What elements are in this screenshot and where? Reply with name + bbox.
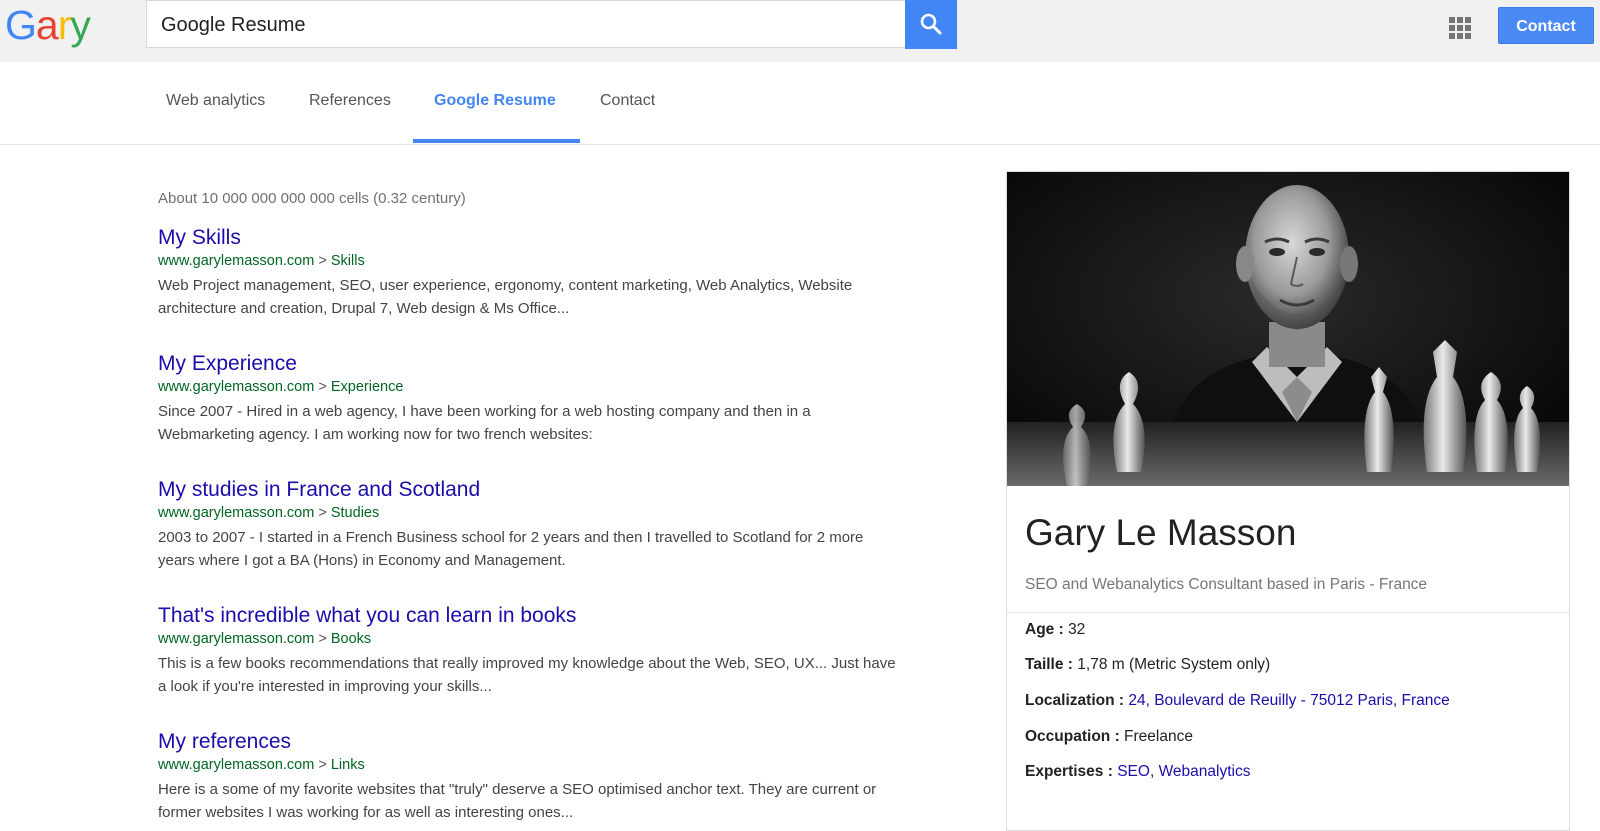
result-snippet-line: a look if you're interested in improving… (158, 678, 492, 695)
result-title-link[interactable]: My Experience (158, 351, 998, 377)
result-snippet-line: Web Project management, SEO, user experi… (158, 277, 853, 294)
fact-label: Localization : (1025, 692, 1125, 709)
logo-letter-y: y (70, 2, 90, 48)
contact-button[interactable]: Contact (1498, 7, 1594, 44)
result-url[interactable]: www.garylemasson.com > Links (158, 756, 998, 775)
fact-label: Taille : (1025, 656, 1073, 673)
result-snippet-line: Here is a some of my favorite websites t… (158, 781, 877, 798)
knowledge-panel: Gary Le Masson SEO and Webanalytics Cons… (1006, 171, 1570, 831)
result-snippet-line: Since 2007 - Hired in a web agency, I ha… (158, 403, 811, 420)
tab-references[interactable]: References (309, 62, 391, 144)
top-bar: Gary Contact (0, 0, 1600, 63)
result-url-domain: www.garylemasson.com (158, 253, 315, 269)
result-url-domain: www.garylemasson.com (158, 631, 315, 647)
result-url-section: Skills (330, 253, 365, 269)
person-name: Gary Le Masson (1025, 512, 1297, 553)
search-result: My references www.garylemasson.com > Lin… (158, 729, 998, 824)
fact-expertises: Expertises : SEO, Webanalytics (1025, 763, 1250, 781)
result-url-separator: > (318, 505, 327, 521)
logo-letter-r: r (57, 2, 72, 48)
tab-web-analytics[interactable]: Web analytics (166, 62, 265, 144)
gary-logo[interactable]: Gary (5, 2, 91, 48)
result-url-section: Studies (330, 505, 380, 521)
result-snippet: 2003 to 2007 - I started in a French Bus… (158, 526, 998, 572)
search-result: My studies in France and Scotland www.ga… (158, 477, 998, 572)
result-snippet-line: Webmarketing agency. I am working now fo… (158, 426, 593, 443)
result-title-link[interactable]: That's incredible what you can learn in … (158, 603, 998, 629)
tab-google-resume[interactable]: Google Resume (434, 62, 556, 144)
profile-photo (1007, 172, 1569, 486)
logo-letter-a: a (35, 2, 59, 48)
result-url-separator: > (318, 757, 327, 773)
fact-localization: Localization : 24, Boulevard de Reuilly … (1025, 692, 1450, 710)
result-url[interactable]: www.garylemasson.com > Studies (158, 504, 998, 523)
fact-age: Age : 32 (1025, 621, 1085, 639)
result-snippet-line: 2003 to 2007 - I started in a French Bus… (158, 529, 864, 546)
fact-occupation: Occupation : Freelance (1025, 728, 1193, 746)
result-url-separator: > (318, 379, 327, 395)
fact-value: 1,78 m (Metric System only) (1077, 656, 1271, 673)
search-box (146, 0, 905, 49)
tab-contact[interactable]: Contact (600, 62, 655, 144)
search-icon (920, 13, 942, 35)
result-url[interactable]: www.garylemasson.com > Experience (158, 378, 998, 397)
search-result: My Experience www.garylemasson.com > Exp… (158, 351, 998, 446)
result-url-separator: > (318, 253, 327, 269)
expertise-link-seo[interactable]: SEO (1117, 763, 1150, 780)
result-snippet-line: architecture and creation, Drupal 7, Web… (158, 300, 570, 317)
result-url-section: Books (330, 631, 372, 647)
result-title-link[interactable]: My references (158, 729, 998, 755)
result-snippet: Web Project management, SEO, user experi… (158, 274, 998, 320)
result-snippet-line: former websites I was working for as wel… (158, 804, 574, 821)
result-snippet-line: years where I got a BA (Hons) in Economy… (158, 552, 566, 569)
result-snippet: Here is a some of my favorite websites t… (158, 778, 998, 824)
tab-bar: Web analytics References Google Resume C… (0, 62, 1600, 145)
result-url-section: Links (330, 757, 365, 773)
result-url-domain: www.garylemasson.com (158, 379, 315, 395)
search-input[interactable] (159, 1, 883, 49)
profile-photo-illustration (1007, 172, 1569, 486)
result-snippet: This is a few books recommendations that… (158, 652, 998, 698)
fact-taille: Taille : 1,78 m (Metric System only) (1025, 656, 1270, 674)
active-tab-indicator (413, 139, 580, 143)
fact-label: Age : (1025, 621, 1064, 638)
result-url-domain: www.garylemasson.com (158, 505, 315, 521)
result-url-domain: www.garylemasson.com (158, 757, 315, 773)
apps-grid-icon[interactable] (1449, 17, 1471, 39)
result-url-separator: > (318, 631, 327, 647)
search-button[interactable] (905, 0, 957, 49)
result-url-section: Experience (330, 379, 404, 395)
fact-value: Freelance (1124, 728, 1193, 745)
logo-letter-g: G (5, 2, 37, 48)
fact-label: Expertises : (1025, 763, 1113, 780)
result-snippet-line: This is a few books recommendations that… (158, 655, 896, 672)
result-snippet: Since 2007 - Hired in a web agency, I ha… (158, 400, 998, 446)
search-result: My Skills www.garylemasson.com > Skills … (158, 225, 998, 320)
result-title-link[interactable]: My Skills (158, 225, 998, 251)
result-title-link[interactable]: My studies in France and Scotland (158, 477, 998, 503)
fact-label: Occupation : (1025, 728, 1120, 745)
result-url[interactable]: www.garylemasson.com > Skills (158, 252, 998, 271)
results-count: About 10 000 000 000 000 cells (0.32 cen… (158, 190, 466, 207)
search-result: That's incredible what you can learn in … (158, 603, 998, 698)
expertise-separator: , (1149, 763, 1155, 780)
result-url[interactable]: www.garylemasson.com > Books (158, 630, 998, 649)
localization-link[interactable]: 24, Boulevard de Reuilly - 75012 Paris, … (1128, 692, 1449, 709)
panel-divider (1007, 612, 1569, 613)
expertise-link-webanalytics[interactable]: Webanalytics (1159, 763, 1251, 780)
fact-value: 32 (1068, 621, 1086, 638)
person-description: SEO and Webanalytics Consultant based in… (1025, 576, 1428, 593)
